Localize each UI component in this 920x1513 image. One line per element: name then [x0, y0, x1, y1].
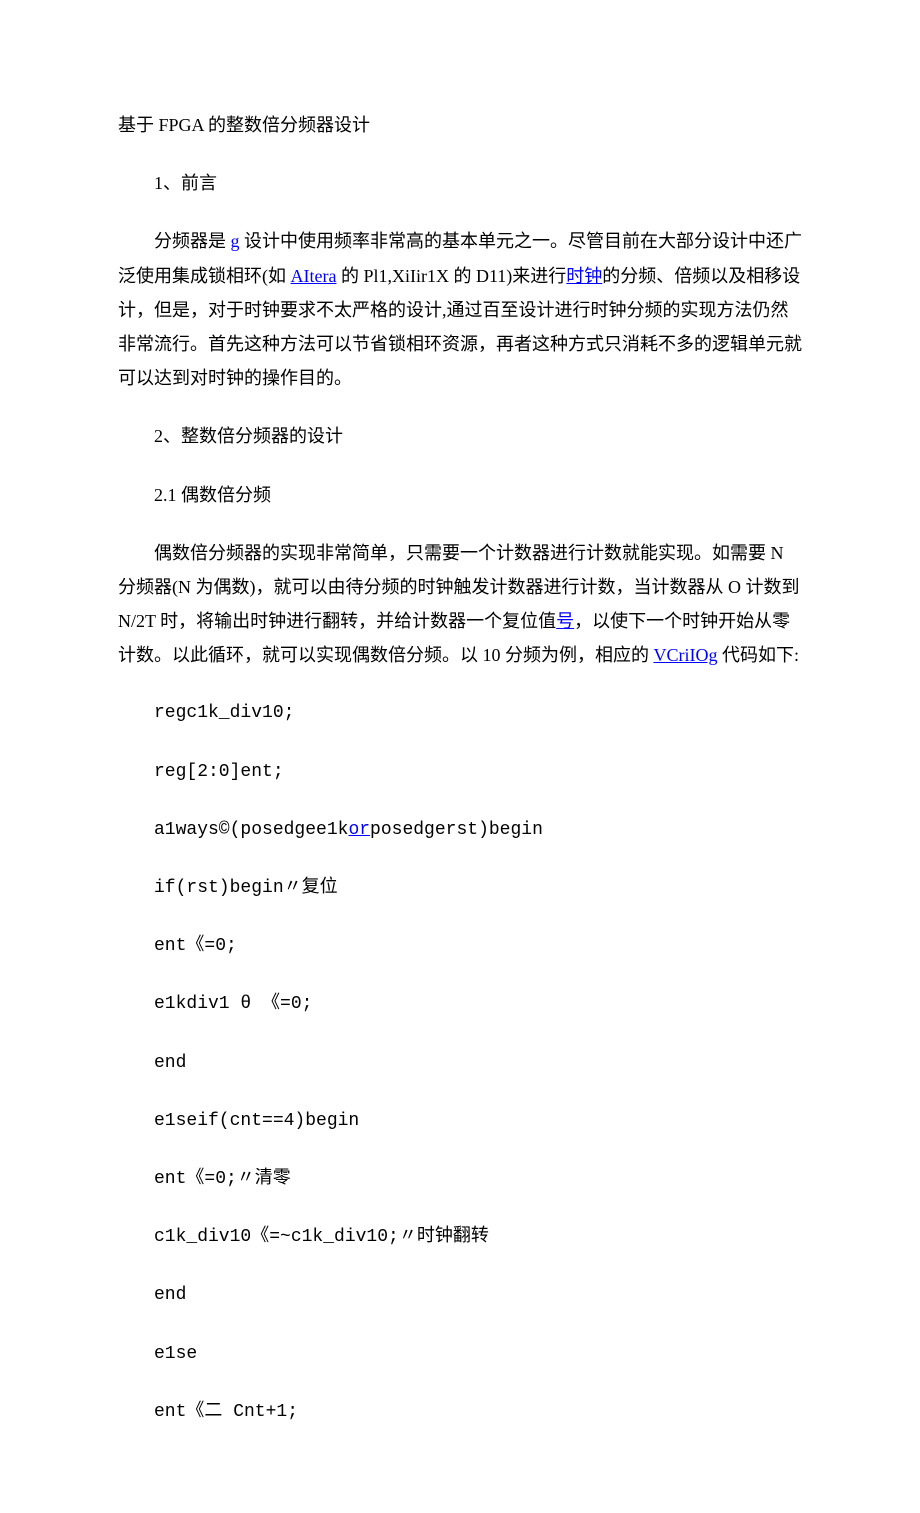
section-2-1-paragraph: 偶数倍分频器的实现非常简单，只需要一个计数器进行计数就能实现。如需要 N 分频器…: [118, 536, 802, 673]
code-line: e1se: [118, 1337, 802, 1371]
section-2-heading: 2、整数倍分频器的设计: [118, 419, 802, 453]
text-fragment: 的 Pl1,XiIir1X 的 D11)来进行: [336, 266, 566, 286]
code-line: ent《=0;: [118, 929, 802, 963]
code-text: a1ways©(posedgee1k: [154, 820, 348, 840]
document-title: 基于 FPGA 的整数倍分频器设计: [118, 108, 802, 142]
code-line: ent《二 Cnt+1;: [118, 1395, 802, 1429]
link-or[interactable]: or: [348, 820, 370, 840]
code-line: e1kdiv1 θ 《=0;: [118, 987, 802, 1021]
section-1-heading: 1、前言: [118, 166, 802, 200]
code-line: if(rst)begin〃复位: [118, 871, 802, 905]
code-line: regc1k_div10;: [118, 696, 802, 730]
link-signal[interactable]: 号: [556, 611, 574, 631]
text-fragment: 分频器是: [154, 231, 231, 251]
document-page: 基于 FPGA 的整数倍分频器设计 1、前言 分频器是 g 设计中使用频率非常高…: [0, 0, 920, 1513]
code-line: e1seif(cnt==4)begin: [118, 1104, 802, 1138]
code-line: ent《=0;〃清零: [118, 1162, 802, 1196]
code-line: a1ways©(posedgee1korposedgerst)begin: [118, 813, 802, 847]
link-altera[interactable]: AItera: [291, 266, 337, 286]
section-2-1-heading: 2.1 偶数倍分频: [118, 478, 802, 512]
code-line: c1k_div10《=~c1k_div10;〃时钟翻转: [118, 1220, 802, 1254]
link-g[interactable]: g: [231, 231, 240, 251]
code-text: posedgerst)begin: [370, 820, 543, 840]
link-verilog[interactable]: VCriIOg: [654, 645, 718, 665]
code-line: end: [118, 1278, 802, 1312]
section-1-paragraph: 分频器是 g 设计中使用频率非常高的基本单元之一。尽管目前在大部分设计中还广泛使…: [118, 224, 802, 395]
text-fragment: 代码如下:: [718, 645, 800, 665]
code-line: end: [118, 1046, 802, 1080]
code-line: reg[2:0]ent;: [118, 755, 802, 789]
link-clock[interactable]: 时钟: [566, 266, 602, 286]
